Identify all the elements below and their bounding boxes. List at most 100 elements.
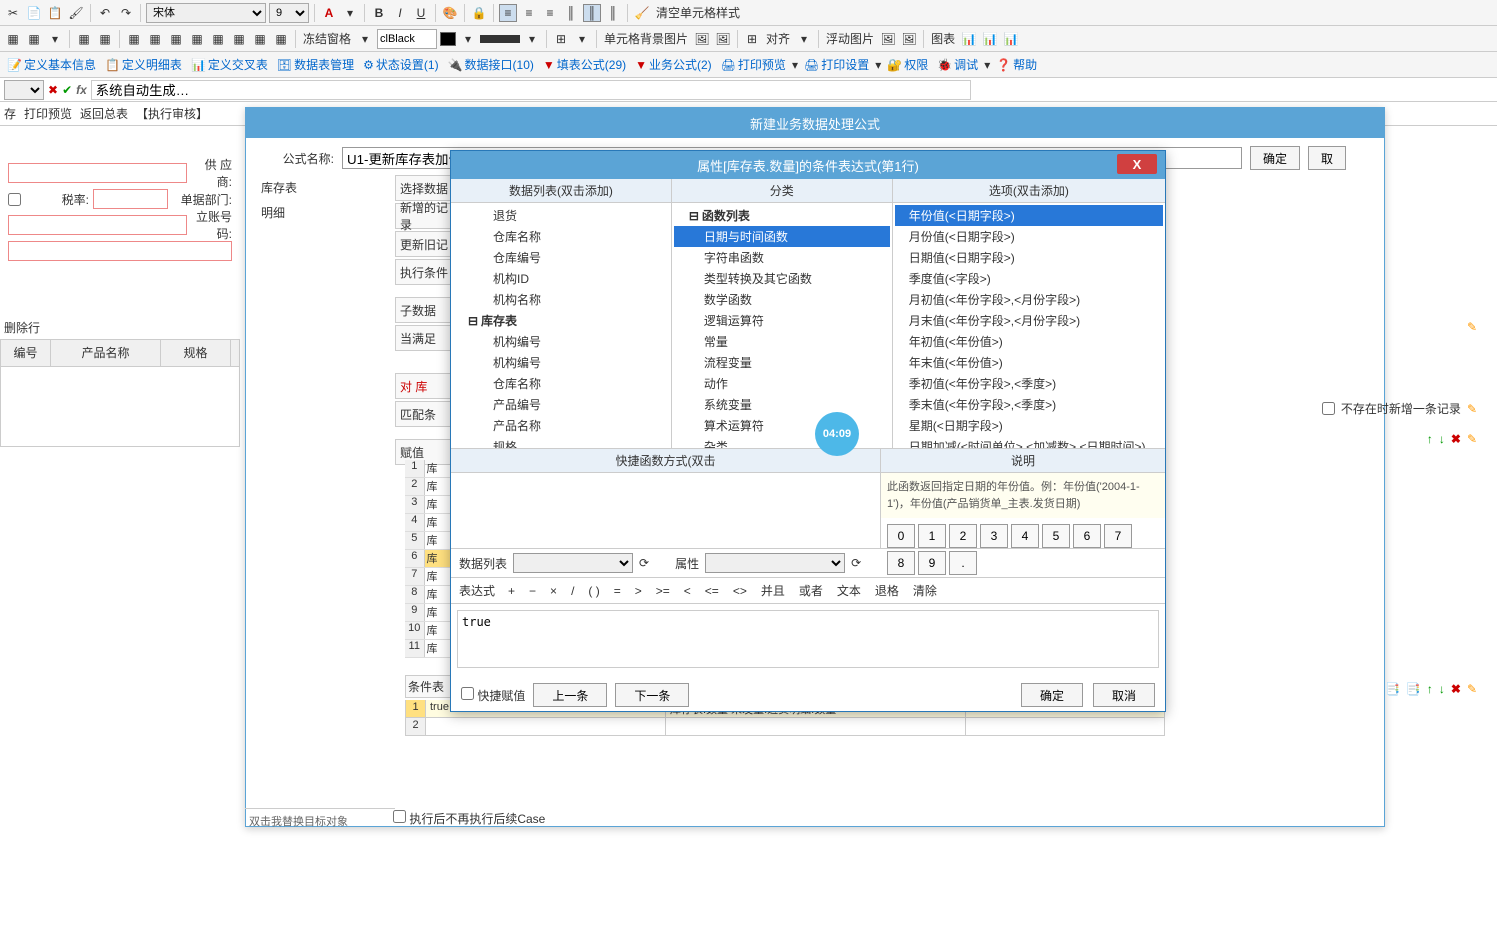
bold-icon[interactable]: B bbox=[370, 4, 388, 22]
def-detail-button[interactable]: 📋定义明细表 bbox=[102, 56, 185, 73]
when-match[interactable]: 当满足 bbox=[395, 325, 455, 351]
key-3[interactable]: 3 bbox=[980, 524, 1008, 548]
op-btn[interactable]: >= bbox=[653, 584, 673, 598]
op-btn[interactable]: < bbox=[681, 584, 694, 598]
formula-input[interactable] bbox=[91, 80, 971, 100]
prev-button[interactable]: 上一条 bbox=[533, 683, 607, 707]
clear-format-label[interactable]: 清空单元格样式 bbox=[654, 4, 742, 21]
def-basic-button[interactable]: 📝定义基本信息 bbox=[4, 56, 99, 73]
cancel-button[interactable]: 取 bbox=[1308, 146, 1346, 170]
align-right-icon[interactable]: ≡ bbox=[541, 4, 559, 22]
tb2-icon-12[interactable]: ▦ bbox=[251, 30, 269, 48]
img-icon-3[interactable]: 🖼 bbox=[879, 30, 897, 48]
op-btn[interactable]: × bbox=[547, 584, 560, 598]
confirm-button[interactable]: 确定 bbox=[1250, 146, 1300, 170]
undo-icon[interactable]: ↶ bbox=[96, 4, 114, 22]
op-btn[interactable]: 并且 bbox=[758, 584, 788, 598]
dropdown-icon[interactable]: ▾ bbox=[573, 30, 591, 48]
data-list-tree[interactable]: 退货仓库名称仓库编号机构ID机构名称⊟库存表机构编号机构编号仓库名称产品编号产品… bbox=[451, 203, 671, 448]
cancel-button[interactable]: 取消 bbox=[1093, 683, 1155, 707]
arrow-up-icon[interactable]: ↑ bbox=[1427, 432, 1433, 446]
tb2-icon-10[interactable]: ▦ bbox=[209, 30, 227, 48]
arrow-up-icon[interactable]: ↑ bbox=[1427, 682, 1433, 696]
debug-button[interactable]: 🐞调试 bbox=[934, 56, 981, 73]
tb2-icon-11[interactable]: ▦ bbox=[230, 30, 248, 48]
float-img-label[interactable]: 浮动图片 bbox=[824, 30, 876, 47]
expression-input[interactable] bbox=[457, 610, 1159, 668]
status-bar[interactable]: 双击我替换目标对象 bbox=[245, 808, 395, 833]
op-btn[interactable]: − bbox=[526, 584, 539, 598]
align-v3-icon[interactable]: ║ bbox=[604, 4, 622, 22]
align-left-icon[interactable]: ≡ bbox=[499, 4, 517, 22]
op-btn[interactable]: 退格 bbox=[872, 584, 902, 598]
align-v2-icon[interactable]: ║ bbox=[583, 4, 601, 22]
grid-body[interactable] bbox=[0, 367, 240, 447]
key-7[interactable]: 7 bbox=[1104, 524, 1132, 548]
edit-icon[interactable]: ✎ bbox=[1467, 320, 1477, 334]
italic-icon[interactable]: I bbox=[391, 4, 409, 22]
field-1[interactable] bbox=[8, 163, 187, 183]
options-tree[interactable]: 年份值(<日期字段>)月份值(<日期字段>)日期值(<日期字段>)季度值(<字段… bbox=[893, 203, 1165, 448]
freeze-panes-label[interactable]: 冻结窗格 bbox=[301, 30, 353, 47]
img-icon-4[interactable]: 🖼 bbox=[900, 30, 918, 48]
key-0[interactable]: 0 bbox=[887, 524, 915, 548]
exec-cond[interactable]: 执行条件 bbox=[395, 259, 455, 285]
fill-color-icon[interactable]: 🎨 bbox=[441, 4, 459, 22]
chart-icon-2[interactable]: 📊 bbox=[981, 30, 999, 48]
chart-icon-1[interactable]: 📊 bbox=[960, 30, 978, 48]
no-create-checkbox[interactable] bbox=[1322, 402, 1335, 415]
dropdown-icon[interactable]: ▾ bbox=[341, 4, 359, 22]
op-btn[interactable]: = bbox=[611, 584, 624, 598]
key-1[interactable]: 1 bbox=[918, 524, 946, 548]
brush-icon[interactable]: 🖌 bbox=[67, 4, 85, 22]
new-record[interactable]: 新增的记录 bbox=[395, 203, 455, 229]
refresh-icon-2[interactable]: ⟳ bbox=[851, 556, 861, 570]
exec-audit-label[interactable]: 【执行审核】 bbox=[136, 105, 208, 122]
inventory-item[interactable]: 库存表 bbox=[253, 175, 393, 200]
next-button[interactable]: 下一条 bbox=[615, 683, 689, 707]
ok-button[interactable]: 确定 bbox=[1021, 683, 1083, 707]
state-set-button[interactable]: ⚙状态设置(1) bbox=[360, 56, 441, 73]
color-swatch[interactable] bbox=[440, 32, 456, 46]
data-interface-button[interactable]: 🔌数据接口(10) bbox=[445, 56, 537, 73]
clear-icon[interactable]: 🧹 bbox=[633, 4, 651, 22]
tb2-icon-6[interactable]: ▦ bbox=[125, 30, 143, 48]
op-btn[interactable]: 或者 bbox=[796, 584, 826, 598]
dropdown-icon[interactable]: ▾ bbox=[523, 30, 541, 48]
font-size-select[interactable]: 9 bbox=[269, 3, 309, 23]
tb2-icon-2[interactable]: ▦ bbox=[25, 30, 43, 48]
detail-item[interactable]: 明细 bbox=[253, 200, 393, 225]
op-btn[interactable]: / bbox=[568, 584, 577, 598]
key-6[interactable]: 6 bbox=[1073, 524, 1101, 548]
op-btn[interactable]: 清除 bbox=[910, 584, 940, 598]
sub-data[interactable]: 子数据 bbox=[395, 297, 455, 323]
op-btn[interactable]: <= bbox=[702, 584, 722, 598]
align-v1-icon[interactable]: ║ bbox=[562, 4, 580, 22]
category-tree[interactable]: ⊟函数列表日期与时间函数字符串函数类型转换及其它函数数学函数逻辑运算符常量流程变… bbox=[672, 203, 892, 448]
key-4[interactable]: 4 bbox=[1011, 524, 1039, 548]
dropdown-icon[interactable]: ▾ bbox=[356, 30, 374, 48]
paste-icon[interactable]: 📋 bbox=[46, 4, 64, 22]
img-icon-1[interactable]: 🖼 bbox=[693, 30, 711, 48]
edit-icon[interactable]: ✎ bbox=[1467, 682, 1477, 696]
tb2-icon-8[interactable]: ▦ bbox=[167, 30, 185, 48]
underline-icon[interactable]: U bbox=[412, 4, 430, 22]
data-mgmt-button[interactable]: 🗄数据表管理 bbox=[274, 56, 357, 73]
img-icon-2[interactable]: 🖼 bbox=[714, 30, 732, 48]
icon-a[interactable]: 📑 bbox=[1385, 682, 1400, 696]
close-button[interactable]: X bbox=[1117, 154, 1157, 174]
tb2-icon-1[interactable]: ▦ bbox=[4, 30, 22, 48]
tb2-icon-4[interactable]: ▦ bbox=[75, 30, 93, 48]
key-5[interactable]: 5 bbox=[1042, 524, 1070, 548]
copy-icon[interactable]: 📄 bbox=[25, 4, 43, 22]
op-btn[interactable]: > bbox=[632, 584, 645, 598]
op-btn[interactable]: ( ) bbox=[585, 584, 602, 598]
align-icon[interactable]: ⊞ bbox=[743, 30, 761, 48]
tb2-icon-9[interactable]: ▦ bbox=[188, 30, 206, 48]
cell-ref-select[interactable] bbox=[4, 80, 44, 100]
save-label[interactable]: 存 bbox=[4, 105, 16, 122]
font-color-icon[interactable]: A bbox=[320, 4, 338, 22]
line-style[interactable] bbox=[480, 35, 520, 43]
field-4[interactable] bbox=[8, 241, 232, 261]
update-old[interactable]: 更新旧记 bbox=[395, 231, 455, 257]
